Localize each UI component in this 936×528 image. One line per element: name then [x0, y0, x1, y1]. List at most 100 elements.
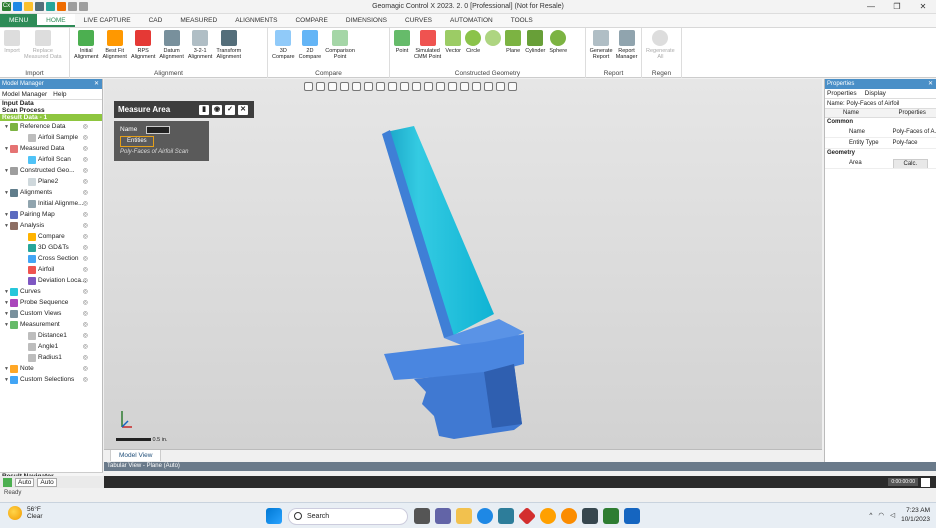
visibility-icon[interactable]: ◎	[83, 299, 88, 306]
tree-item[interactable]: Distance1 ◎	[0, 330, 102, 341]
rotate-icon[interactable]	[304, 81, 313, 91]
tree-item[interactable]: Radius1 ◎	[0, 352, 102, 363]
category-common[interactable]: Common	[825, 118, 936, 127]
result-data-label[interactable]: Result Data - 1	[0, 114, 102, 121]
close-panel-icon[interactable]: ✕	[94, 79, 99, 89]
visibility-icon[interactable]: ◎	[83, 211, 88, 218]
tab-properties[interactable]: Properties	[827, 90, 857, 97]
visibility-icon[interactable]: ◎	[83, 200, 88, 207]
control-x-icon[interactable]	[603, 508, 619, 524]
tree-item[interactable]: Plane2 ◎	[0, 176, 102, 187]
tree-item[interactable]: Initial Alignme... ◎	[0, 198, 102, 209]
category-geometry[interactable]: Geometry	[825, 149, 936, 158]
auto-select-2[interactable]: Auto	[37, 477, 57, 487]
close-properties-icon[interactable]: ✕	[928, 79, 933, 89]
entity-value[interactable]: Poly-Faces of Airfoil Scan	[120, 149, 203, 155]
tab-home[interactable]: HOME	[37, 14, 75, 27]
app-red-icon[interactable]	[517, 506, 537, 526]
visibility-icon[interactable]: ◎	[83, 178, 88, 185]
visibility-icon[interactable]: ◎	[83, 189, 88, 196]
zoom-icon[interactable]	[328, 81, 337, 91]
tab-live-capture[interactable]: LIVE CAPTURE	[75, 14, 140, 27]
calc-button[interactable]: Calc.	[892, 159, 929, 168]
tab-menu[interactable]: MENU	[0, 14, 38, 27]
taskbar-search[interactable]: Search	[288, 508, 408, 525]
tree-item[interactable]: ▼ Pairing Map ◎	[0, 209, 102, 220]
visibility-icon[interactable]: ◎	[83, 310, 88, 317]
tab-model-manager[interactable]: Model Manager	[2, 91, 47, 98]
tree-item[interactable]: Airfoil ◎	[0, 264, 102, 275]
view-cube-icon[interactable]	[340, 81, 349, 91]
visibility-icon[interactable]: ◎	[83, 266, 88, 273]
visibility-icon[interactable]: ◎	[83, 332, 88, 339]
task-view-icon[interactable]	[414, 508, 430, 524]
clock[interactable]: 7:23 AM 10/1/2023	[901, 506, 930, 524]
visibility-icon[interactable]: ◎	[83, 288, 88, 295]
preview-icon[interactable]: ◉	[212, 104, 222, 115]
tree-item[interactable]: ▼ Custom Selections ◎	[0, 374, 102, 385]
input-data-label[interactable]: Input Data	[0, 100, 102, 107]
tree-item[interactable]: ▼ Custom Views ◎	[0, 308, 102, 319]
windows-start-icon[interactable]	[266, 508, 282, 524]
file-explorer-icon[interactable]	[456, 508, 472, 524]
filter-icon[interactable]	[484, 81, 493, 91]
geomagic-design-icon[interactable]	[582, 508, 598, 524]
tree-item[interactable]: ▼ Constructed Geo... ◎	[0, 165, 102, 176]
tab-display[interactable]: Display	[865, 90, 886, 97]
visibility-icon[interactable]: ◎	[83, 123, 88, 130]
minimize-icon[interactable]: —	[858, 0, 884, 14]
selection-mode-icon[interactable]	[3, 477, 12, 487]
tree-item[interactable]: ▼ Reference Data ◎	[0, 121, 102, 132]
tree-item[interactable]: ▼ Measurement ◎	[0, 319, 102, 330]
pan-icon[interactable]	[316, 81, 325, 91]
top-view-icon[interactable]	[364, 81, 373, 91]
paint-icon[interactable]	[472, 81, 481, 91]
maximize-icon[interactable]: ❐	[884, 0, 910, 14]
front-view-icon[interactable]	[352, 81, 361, 91]
ok-icon[interactable]: ✓	[225, 104, 235, 115]
teams-icon[interactable]	[435, 508, 451, 524]
visibility-icon[interactable]: ◎	[83, 167, 88, 174]
tab-curves[interactable]: CURVES	[396, 14, 441, 27]
close-icon[interactable]: ✕	[910, 0, 936, 14]
lock-icon[interactable]	[508, 81, 517, 91]
tree-item[interactable]: ▼ Curves ◎	[0, 286, 102, 297]
tab-tools[interactable]: TOOLS	[502, 14, 542, 27]
visibility-icon[interactable]: ◎	[83, 222, 88, 229]
visibility-icon[interactable]: ◎	[83, 134, 88, 141]
visibility-icon[interactable]: ◎	[83, 277, 88, 284]
visibility-icon[interactable]: ◎	[83, 156, 88, 163]
tab-compare[interactable]: COMPARE	[286, 14, 336, 27]
visibility-icon[interactable]: ◎	[83, 321, 88, 328]
scan-process-label[interactable]: Scan Process	[0, 107, 102, 114]
word-icon[interactable]	[624, 508, 640, 524]
render-mode-icon[interactable]	[400, 81, 409, 91]
tree-item[interactable]: ▼ Measured Data ◎	[0, 143, 102, 154]
tab-measured[interactable]: MEASURED	[171, 14, 226, 27]
pin-icon[interactable]: ▮	[199, 104, 209, 115]
line-select-icon[interactable]	[412, 81, 421, 91]
tree-item[interactable]: ▼ Probe Sequence ◎	[0, 297, 102, 308]
tree-item[interactable]: Airfoil Sample ◎	[0, 132, 102, 143]
network-icon[interactable]: ◠	[878, 511, 884, 519]
tree-item[interactable]: ▼ Alignments ◎	[0, 187, 102, 198]
tab-model-view[interactable]: Model View	[110, 450, 162, 461]
rect-select-icon[interactable]	[424, 81, 433, 91]
tree-item[interactable]: Cross Section ◎	[0, 253, 102, 264]
tab-cad[interactable]: CAD	[140, 14, 172, 27]
airfoil-model[interactable]	[374, 124, 564, 454]
weather-widget[interactable]: 56°F Clear	[8, 506, 43, 520]
tree-item[interactable]: ▼ Note ◎	[0, 363, 102, 374]
tree-item[interactable]: ▼ Analysis ◎	[0, 220, 102, 231]
visibility-icon[interactable]: ◎	[83, 365, 88, 372]
tab-dimensions[interactable]: DIMENSIONS	[337, 14, 396, 27]
tree-item[interactable]: Deviation Loca... ◎	[0, 275, 102, 286]
chevron-up-icon[interactable]: ^	[869, 512, 872, 519]
chrome-icon[interactable]	[561, 508, 577, 524]
edge-icon[interactable]	[477, 508, 493, 524]
visibility-icon[interactable]: ◎	[83, 255, 88, 262]
name-input[interactable]	[146, 125, 170, 134]
section-icon[interactable]	[388, 81, 397, 91]
visibility-icon[interactable]: ◎	[83, 145, 88, 152]
side-view-icon[interactable]	[376, 81, 385, 91]
